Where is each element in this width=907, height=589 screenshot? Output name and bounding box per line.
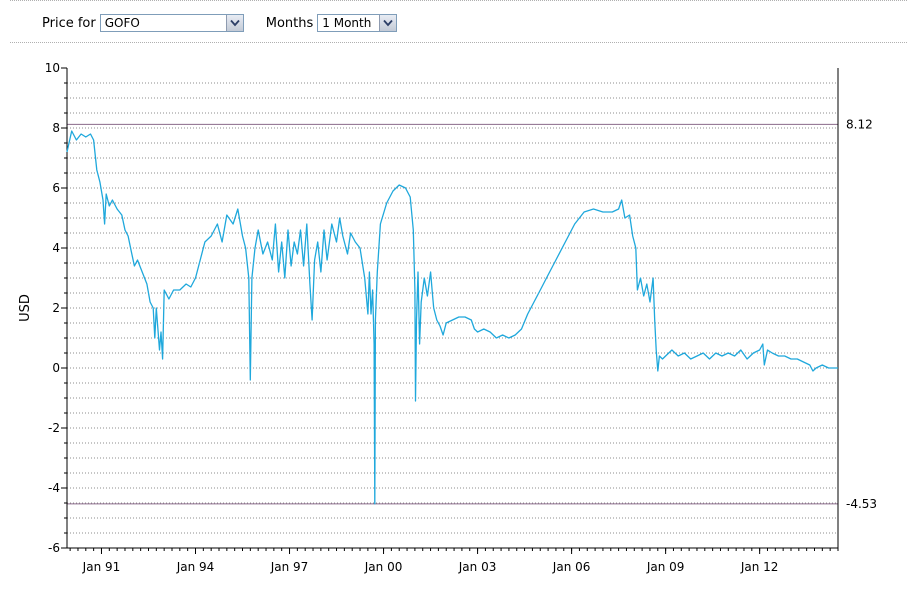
x-tick-label: Jan 03 (458, 560, 497, 574)
y-tick-label: -6 (48, 541, 60, 555)
axes (66, 68, 839, 549)
reference-label: 8.12 (846, 117, 873, 131)
x-tick-label: Jan 09 (646, 560, 685, 574)
y-tick-label: 6 (52, 181, 60, 195)
y-tick-label: 8 (52, 121, 60, 135)
x-tick-label: Jan 91 (82, 560, 121, 574)
y-tick-label: 10 (45, 61, 60, 75)
reference-lines: 8.12 -4.53 (67, 117, 877, 511)
x-tick-label: Jan 12 (740, 560, 779, 574)
series-layer (66, 130, 838, 505)
y-tick-label: -4 (48, 481, 60, 495)
y-axis-label: USD (18, 294, 33, 322)
y-tick-label: 0 (52, 361, 60, 375)
series-line (66, 130, 838, 505)
x-axis-ticks: Jan 91 Jan 94 Jan 97 Jan 00 Jan 03 Jan 06 Jan … (69, 548, 839, 574)
y-tick-label: 2 (52, 301, 60, 315)
reference-label: -4.53 (846, 497, 877, 511)
x-tick-label: Jan 00 (364, 560, 403, 574)
x-tick-label: Jan 94 (176, 560, 215, 574)
grid-lines (67, 82, 838, 534)
y-tick-label: -2 (48, 421, 60, 435)
y-tick-label: 4 (52, 241, 60, 255)
x-tick-label: Jan 06 (552, 560, 591, 574)
x-tick-label: Jan 97 (270, 560, 309, 574)
y-axis-ticks: -6 -4 -2 0 2 4 6 8 10 (45, 61, 67, 555)
price-chart: 8.12-4.53 -6-4-20246810 Jan 91 Jan 94 Jan … (18, 61, 877, 574)
